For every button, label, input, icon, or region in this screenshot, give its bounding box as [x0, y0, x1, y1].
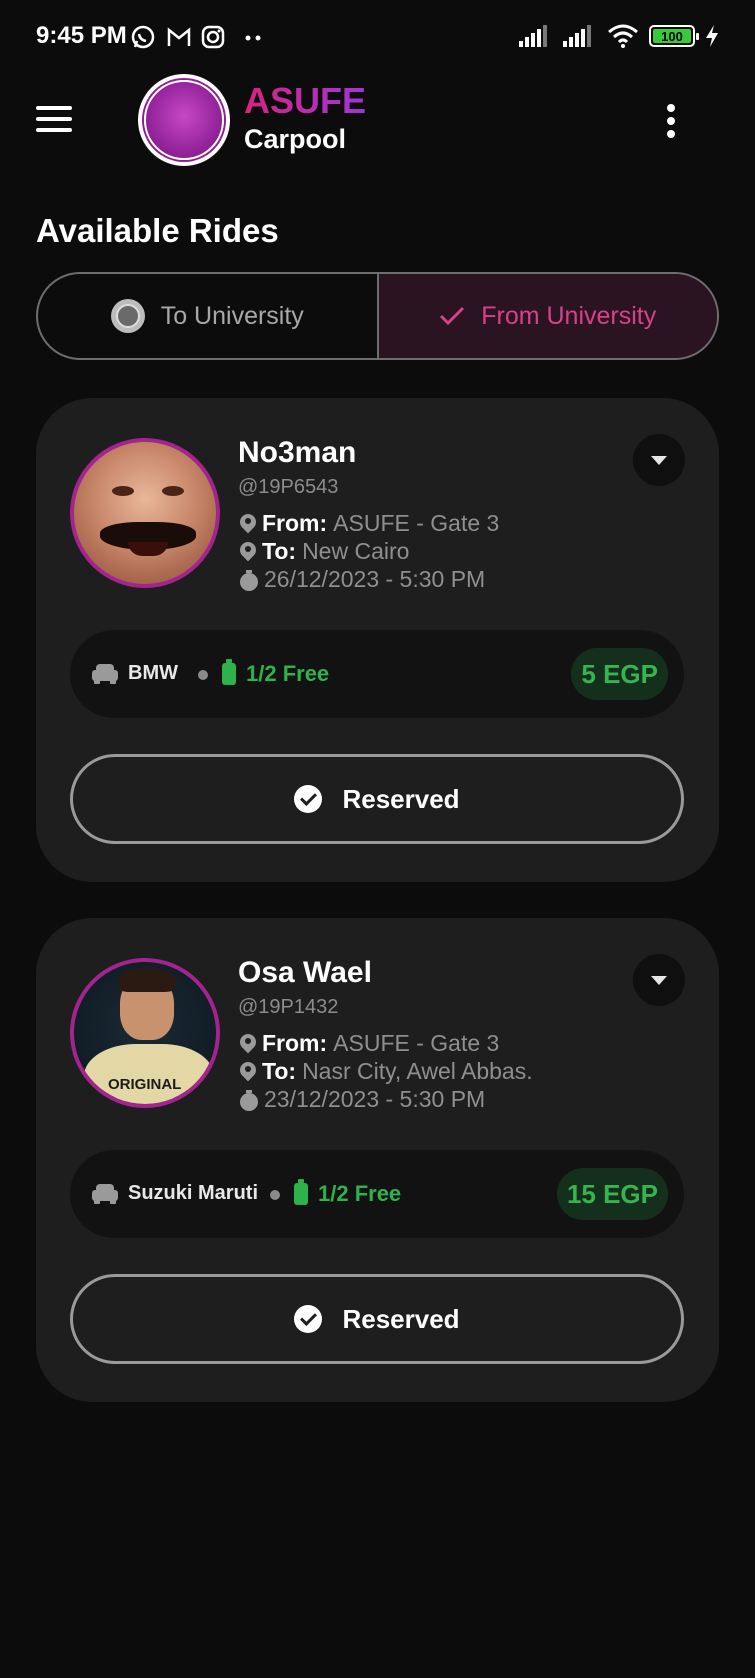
- chevron-down-icon: [651, 455, 667, 465]
- price-badge: 5 EGP: [571, 648, 668, 700]
- more-notifications-icon: [245, 35, 261, 41]
- gmail-icon: [167, 27, 191, 46]
- reserve-label: Reserved: [342, 783, 460, 814]
- check-circle-icon: [294, 1305, 323, 1333]
- ride-from: From: ASUFE - Gate 3: [240, 1030, 499, 1057]
- tab-from-university[interactable]: From University: [378, 274, 717, 358]
- tab-label: From University: [481, 301, 657, 330]
- datetime-value: 26/12/2023 - 5:30 PM: [264, 566, 486, 592]
- to-label: To:: [262, 1058, 297, 1084]
- reserved-button[interactable]: Reserved: [70, 754, 684, 844]
- free-seats: 1/2 Free: [318, 1181, 402, 1206]
- driver-handle: @19P6543: [238, 476, 339, 498]
- university-logo: [138, 74, 230, 166]
- status-right-icons: 100: [519, 24, 719, 48]
- ride-datetime: 23/12/2023 - 5:30 PM: [240, 1086, 485, 1113]
- ride-card: No3man @19P6543 From: ASUFE - Gate 3 To:…: [36, 398, 719, 882]
- datetime-value: 23/12/2023 - 5:30 PM: [264, 1086, 486, 1112]
- ride-from: From: ASUFE - Gate 3: [240, 510, 499, 537]
- car-model: Suzuki Maruti: [128, 1182, 259, 1204]
- wifi-icon: [608, 24, 638, 48]
- to-value: New Cairo: [302, 538, 410, 564]
- separator-dot: [198, 670, 208, 680]
- expand-details-button[interactable]: [633, 954, 685, 1006]
- to-label: To:: [262, 538, 297, 564]
- seat-icon: [294, 1179, 308, 1205]
- reserved-button[interactable]: Reserved: [70, 1274, 684, 1364]
- checkmark-icon: [440, 306, 465, 326]
- ride-info-pill: Suzuki Maruti 1/2 Free 15 EGP: [70, 1150, 684, 1238]
- brand-subtitle: Carpool: [244, 124, 347, 154]
- direction-toggle: To University From University: [36, 272, 719, 360]
- location-pin-icon: [240, 1062, 256, 1082]
- check-circle-icon: [294, 785, 323, 813]
- free-seats: 1/2 Free: [246, 661, 330, 686]
- timer-icon: [240, 569, 258, 591]
- expand-details-button[interactable]: [633, 434, 685, 486]
- price-badge: 15 EGP: [556, 1168, 668, 1220]
- tab-label: To University: [160, 301, 304, 330]
- instagram-icon: [201, 25, 225, 49]
- tab-to-university[interactable]: To University: [38, 274, 379, 358]
- timer-icon: [240, 1089, 258, 1111]
- driver-name: No3man: [238, 436, 357, 469]
- to-value: Nasr City, Awel Abbas.: [302, 1058, 533, 1084]
- from-label: From:: [262, 510, 328, 536]
- chevron-down-icon: [651, 975, 667, 985]
- separator-dot: [270, 1190, 280, 1200]
- more-options-icon[interactable]: [667, 104, 675, 138]
- from-label: From:: [262, 1030, 328, 1056]
- reserve-label: Reserved: [342, 1303, 460, 1334]
- page-title: Available Rides: [36, 212, 279, 249]
- ride-info-pill: BMW 1/2 Free 5 EGP: [70, 630, 684, 718]
- ride-to: To: New Cairo: [240, 538, 409, 565]
- ride-to: To: Nasr City, Awel Abbas.: [240, 1058, 533, 1085]
- car-model: BMW: [128, 662, 178, 684]
- signal-icon: [563, 25, 591, 47]
- signal-icon: [519, 25, 547, 47]
- car-icon: [92, 664, 118, 684]
- hamburger-menu-icon[interactable]: [36, 106, 72, 132]
- status-bar: 9:45 PM 100: [0, 0, 755, 76]
- location-pin-icon: [240, 514, 256, 534]
- from-value: ASUFE - Gate 3: [333, 510, 500, 536]
- driver-handle: @19P1432: [238, 996, 339, 1018]
- battery-level: 100: [661, 28, 683, 44]
- driver-name: Osa Wael: [238, 956, 372, 989]
- seat-icon: [222, 659, 236, 685]
- status-time: 9:45 PM: [36, 22, 127, 49]
- location-pin-icon: [240, 542, 256, 562]
- brand-title: ASUFE: [244, 80, 367, 121]
- university-icon: [110, 299, 145, 333]
- driver-avatar: ORIGINAL: [70, 958, 220, 1108]
- car-icon: [92, 1184, 118, 1204]
- from-value: ASUFE - Gate 3: [333, 1030, 500, 1056]
- avatar-shirt-text: ORIGINAL: [108, 1076, 182, 1093]
- charging-icon: [706, 25, 718, 47]
- ride-datetime: 26/12/2023 - 5:30 PM: [240, 566, 485, 593]
- driver-avatar: [70, 438, 220, 588]
- ride-card: ORIGINAL Osa Wael @19P1432 From: ASUFE -…: [36, 918, 719, 1402]
- location-pin-icon: [240, 1034, 256, 1054]
- whatsapp-icon: [131, 25, 155, 49]
- battery-icon: 100: [649, 25, 699, 47]
